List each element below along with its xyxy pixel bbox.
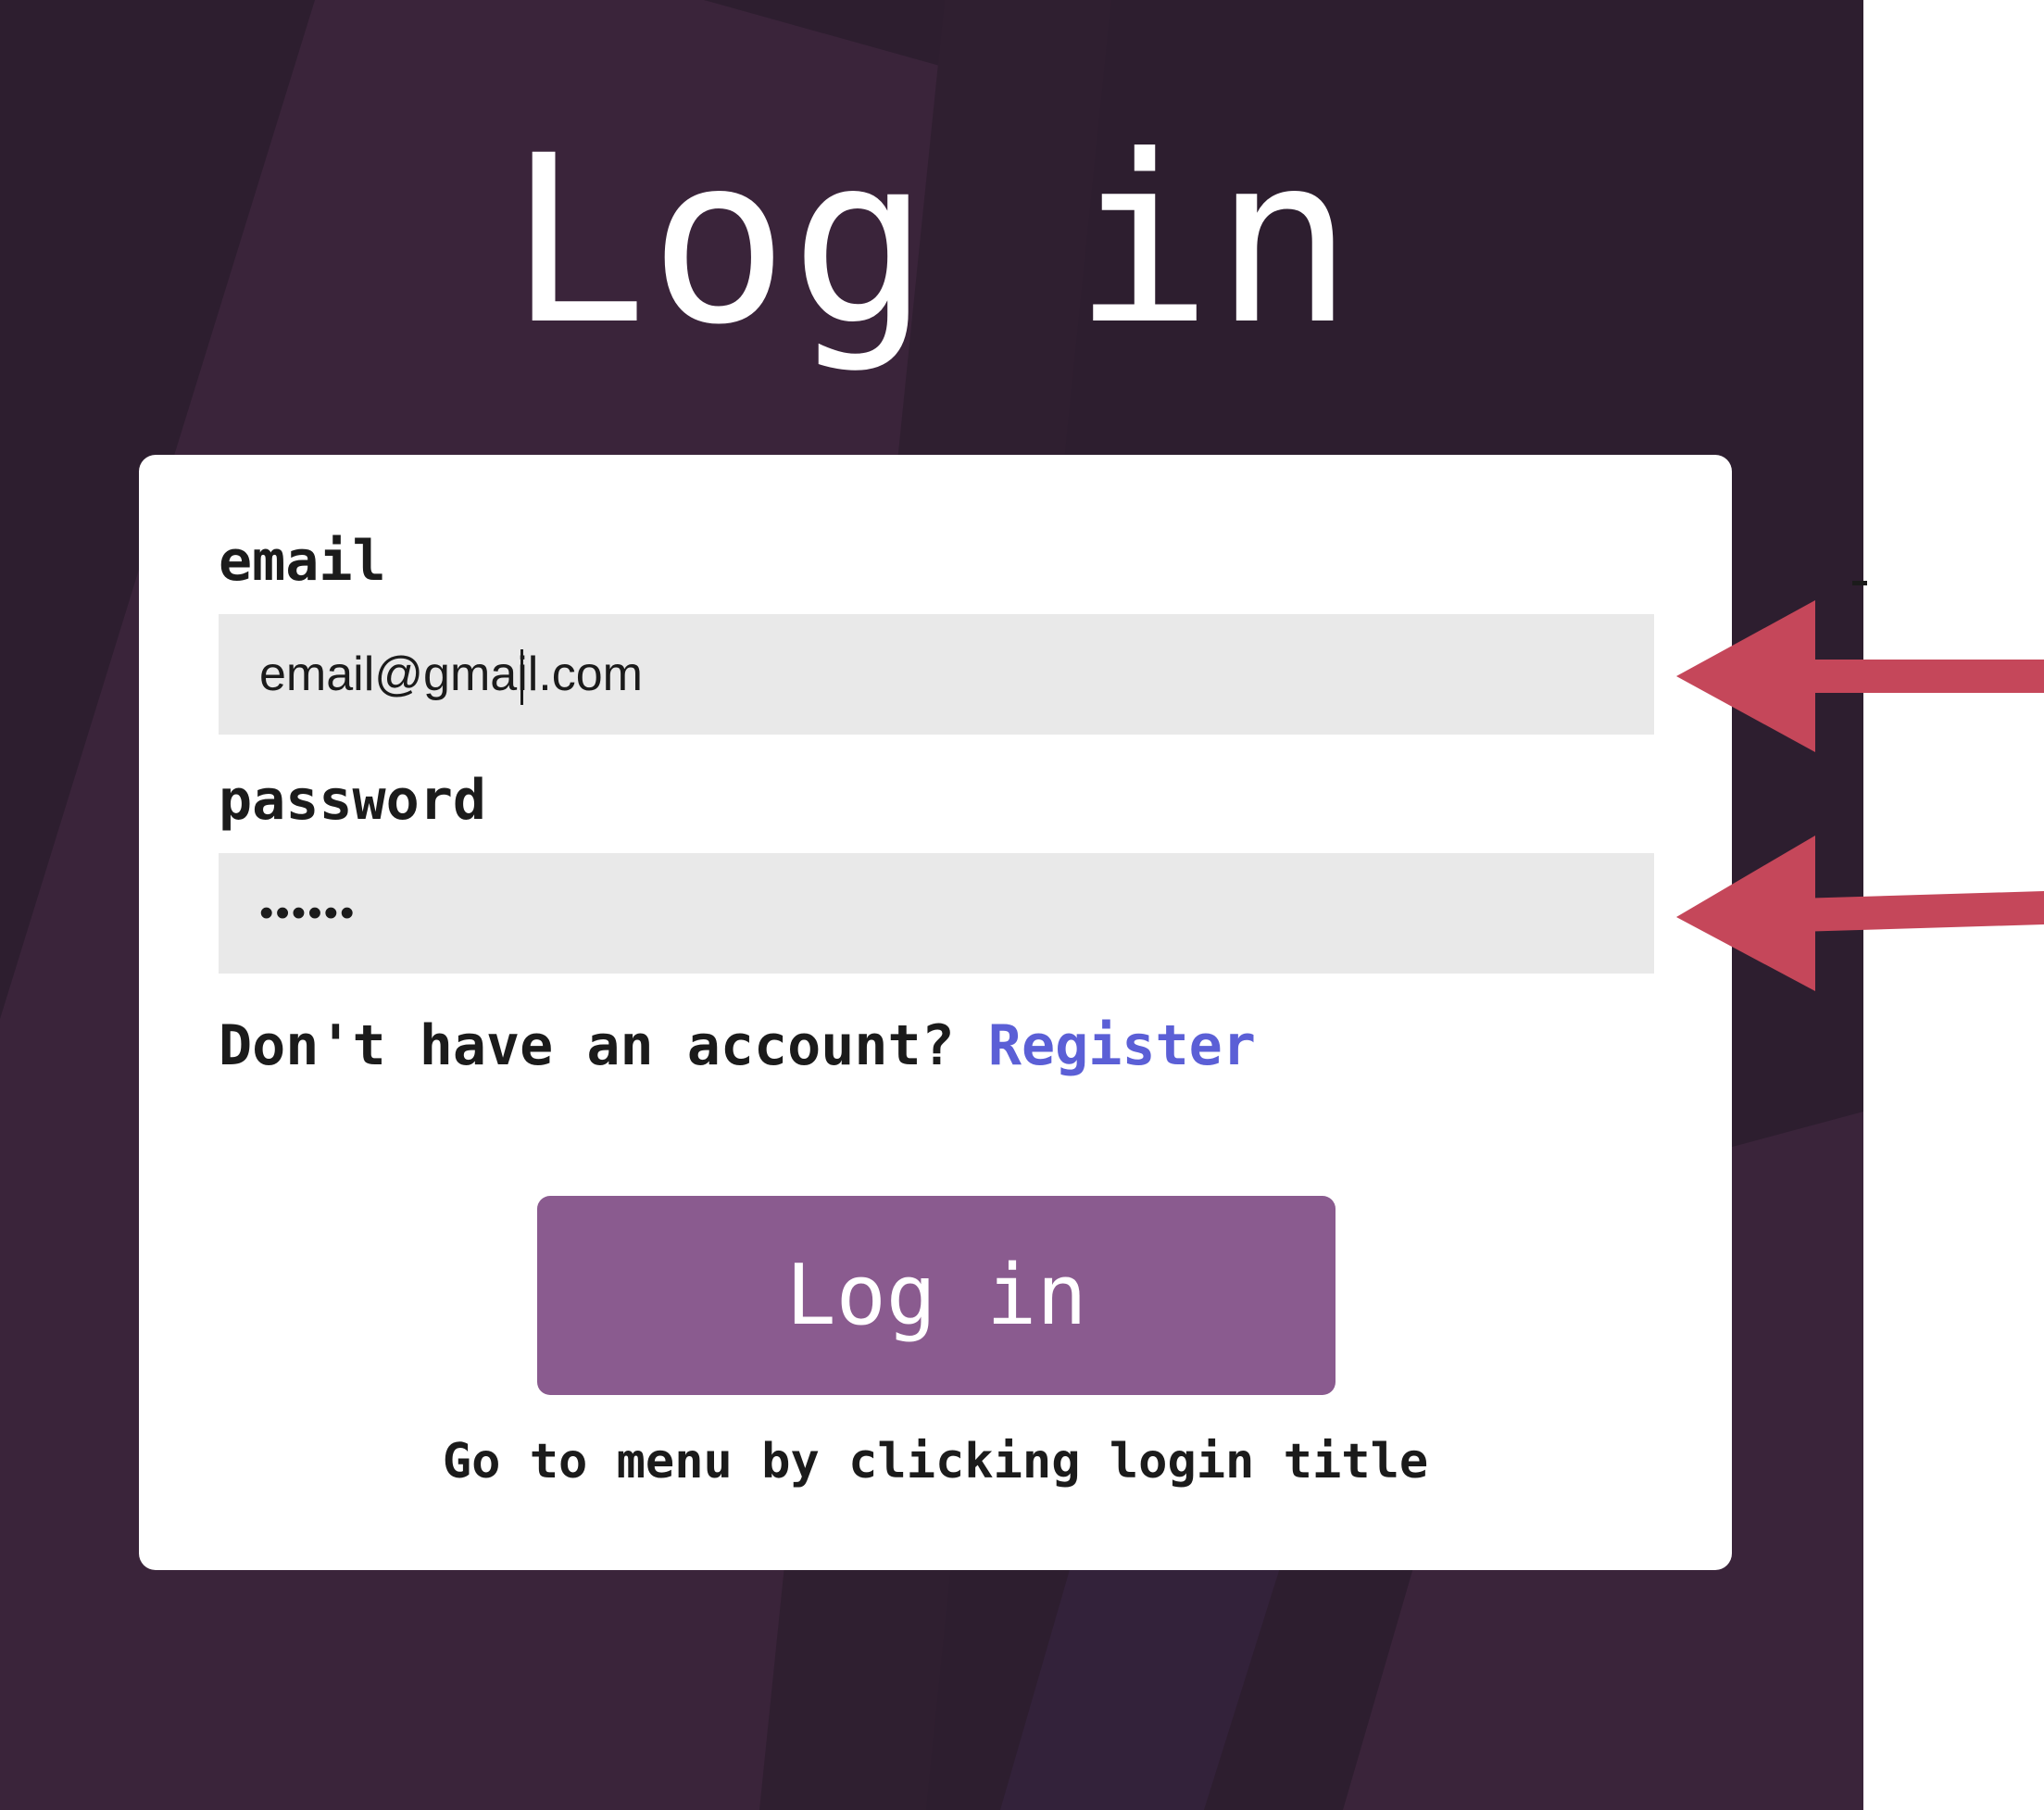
register-link[interactable]: Register [988,1013,1256,1078]
password-input[interactable] [219,853,1654,974]
email-input[interactable] [219,614,1654,735]
login-card: email password Don't have an account? Re… [139,455,1732,1570]
login-button[interactable]: Log in [537,1196,1335,1395]
register-prompt: Don't have an account? [219,1013,955,1078]
page-title[interactable]: Log in [0,102,1863,380]
menu-hint: Go to menu by clicking login title [442,1434,1429,1489]
login-page-background: Log in email password Don't have an acco… [0,0,1863,1810]
register-prompt-line: Don't have an account? Register [219,1009,1256,1083]
password-label: password [219,768,486,833]
text-cursor [520,649,523,705]
screenshot: Log in email password Don't have an acco… [0,0,2044,1810]
email-label: email [219,529,386,594]
